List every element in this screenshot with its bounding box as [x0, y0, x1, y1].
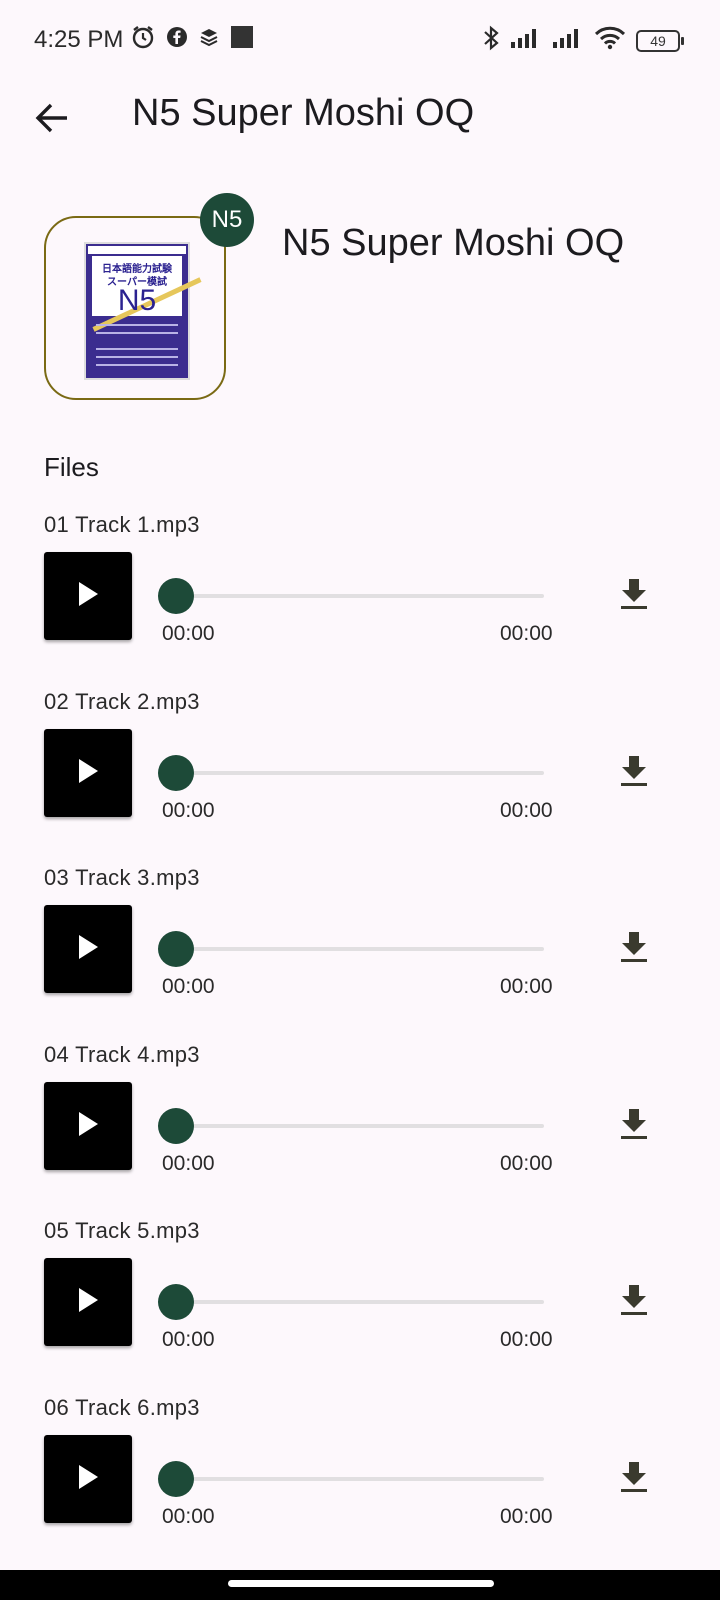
slider-thumb[interactable] — [158, 931, 194, 967]
alarm-icon — [130, 24, 156, 55]
track-name: 01 Track 1.mp3 — [44, 512, 200, 537]
track-name: 05 Track 5.mp3 — [44, 1218, 200, 1243]
play-icon — [77, 934, 99, 965]
download-icon — [620, 1108, 648, 1145]
layers-icon — [198, 26, 220, 53]
progress-slider[interactable] — [176, 1124, 544, 1128]
signal-icon — [552, 27, 584, 54]
download-button[interactable] — [614, 1459, 654, 1499]
slider-thumb[interactable] — [158, 755, 194, 791]
play-button[interactable] — [44, 1435, 132, 1523]
slider-thumb[interactable] — [158, 578, 194, 614]
navigation-bar — [0, 1570, 720, 1600]
cover-text-line — [96, 356, 178, 358]
level-badge: N5 — [200, 193, 254, 247]
cover-text-line — [96, 364, 178, 366]
status-bar: 4:25 PM 49 — [0, 0, 720, 80]
download-button[interactable] — [614, 753, 654, 793]
progress-slider[interactable] — [176, 947, 544, 951]
duration: 00:00 — [500, 975, 553, 998]
track-name: 06 Track 6.mp3 — [44, 1395, 200, 1420]
page-title: N5 Super Moshi OQ — [132, 92, 475, 134]
current-time: 00:00 — [162, 975, 215, 998]
play-icon — [77, 1464, 99, 1495]
signal-icon — [510, 27, 542, 54]
download-icon — [620, 1284, 648, 1321]
slider-thumb[interactable] — [158, 1284, 194, 1320]
slider-thumb[interactable] — [158, 1461, 194, 1497]
cover-top-band — [88, 246, 186, 254]
play-icon — [77, 1287, 99, 1318]
play-button[interactable] — [44, 729, 132, 817]
track-name: 02 Track 2.mp3 — [44, 689, 200, 714]
duration: 00:00 — [500, 1505, 553, 1528]
play-icon — [77, 1111, 99, 1142]
play-button[interactable] — [44, 552, 132, 640]
bluetooth-icon — [482, 24, 500, 57]
app-bar: N5 Super Moshi OQ — [0, 80, 720, 166]
current-time: 00:00 — [162, 622, 215, 645]
download-icon — [620, 578, 648, 615]
download-button[interactable] — [614, 1282, 654, 1322]
download-button[interactable] — [614, 1106, 654, 1146]
screen: 4:25 PM 49 N5 Super Moshi OQ 日本語能力試験 スーパ… — [0, 0, 720, 1600]
slider-thumb[interactable] — [158, 1108, 194, 1144]
play-button[interactable] — [44, 1082, 132, 1170]
battery-icon: 49 — [636, 29, 684, 52]
progress-slider[interactable] — [176, 771, 544, 775]
track-row: 03 Track 3.mp3 00:00 00:00 — [0, 865, 720, 1041]
play-button[interactable] — [44, 905, 132, 993]
cover-title-block: 日本語能力試験 スーパー模試 N5 — [92, 256, 202, 332]
current-time: 00:00 — [162, 1328, 215, 1351]
cover-text-line — [96, 348, 178, 350]
play-icon — [77, 581, 99, 612]
track-row: 01 Track 1.mp3 00:00 00:00 — [0, 512, 720, 688]
home-handle[interactable] — [228, 1580, 494, 1587]
cover-text-line — [96, 332, 178, 334]
track-row: 04 Track 4.mp3 00:00 00:00 — [0, 1042, 720, 1218]
track-row: 02 Track 2.mp3 00:00 00:00 — [0, 689, 720, 865]
current-time: 00:00 — [162, 799, 215, 822]
square-icon — [230, 25, 254, 54]
book-title: N5 Super Moshi OQ — [282, 222, 625, 264]
track-name: 04 Track 4.mp3 — [44, 1042, 200, 1067]
status-time: 4:25 PM — [34, 26, 124, 53]
status-right-icons: 49 — [482, 24, 684, 57]
play-button[interactable] — [44, 1258, 132, 1346]
back-button[interactable] — [30, 98, 74, 142]
wifi-icon — [594, 26, 626, 55]
files-heading: Files — [44, 452, 99, 482]
cover-level: N5 — [117, 284, 157, 317]
download-button[interactable] — [614, 576, 654, 616]
track-row: 05 Track 5.mp3 00:00 00:00 — [0, 1218, 720, 1394]
duration: 00:00 — [500, 1152, 553, 1175]
track-name: 03 Track 3.mp3 — [44, 865, 200, 890]
current-time: 00:00 — [162, 1152, 215, 1175]
cover-frame: 日本語能力試験 スーパー模試 N5 — [44, 216, 226, 400]
progress-slider[interactable] — [176, 594, 544, 598]
cover-text-line — [96, 324, 178, 326]
arrow-left-icon — [35, 103, 69, 138]
play-icon — [77, 758, 99, 789]
duration: 00:00 — [500, 622, 553, 645]
progress-slider[interactable] — [176, 1300, 544, 1304]
duration: 00:00 — [500, 1328, 553, 1351]
download-button[interactable] — [614, 929, 654, 969]
facebook-icon — [166, 26, 188, 53]
track-row: 06 Track 6.mp3 00:00 00:00 — [0, 1395, 720, 1571]
download-icon — [620, 931, 648, 968]
progress-slider[interactable] — [176, 1477, 544, 1481]
status-left-icons — [130, 24, 254, 55]
duration: 00:00 — [500, 799, 553, 822]
download-icon — [620, 1461, 648, 1498]
current-time: 00:00 — [162, 1505, 215, 1528]
cover-image: 日本語能力試験 スーパー模試 N5 — [84, 242, 202, 380]
download-icon — [620, 755, 648, 792]
